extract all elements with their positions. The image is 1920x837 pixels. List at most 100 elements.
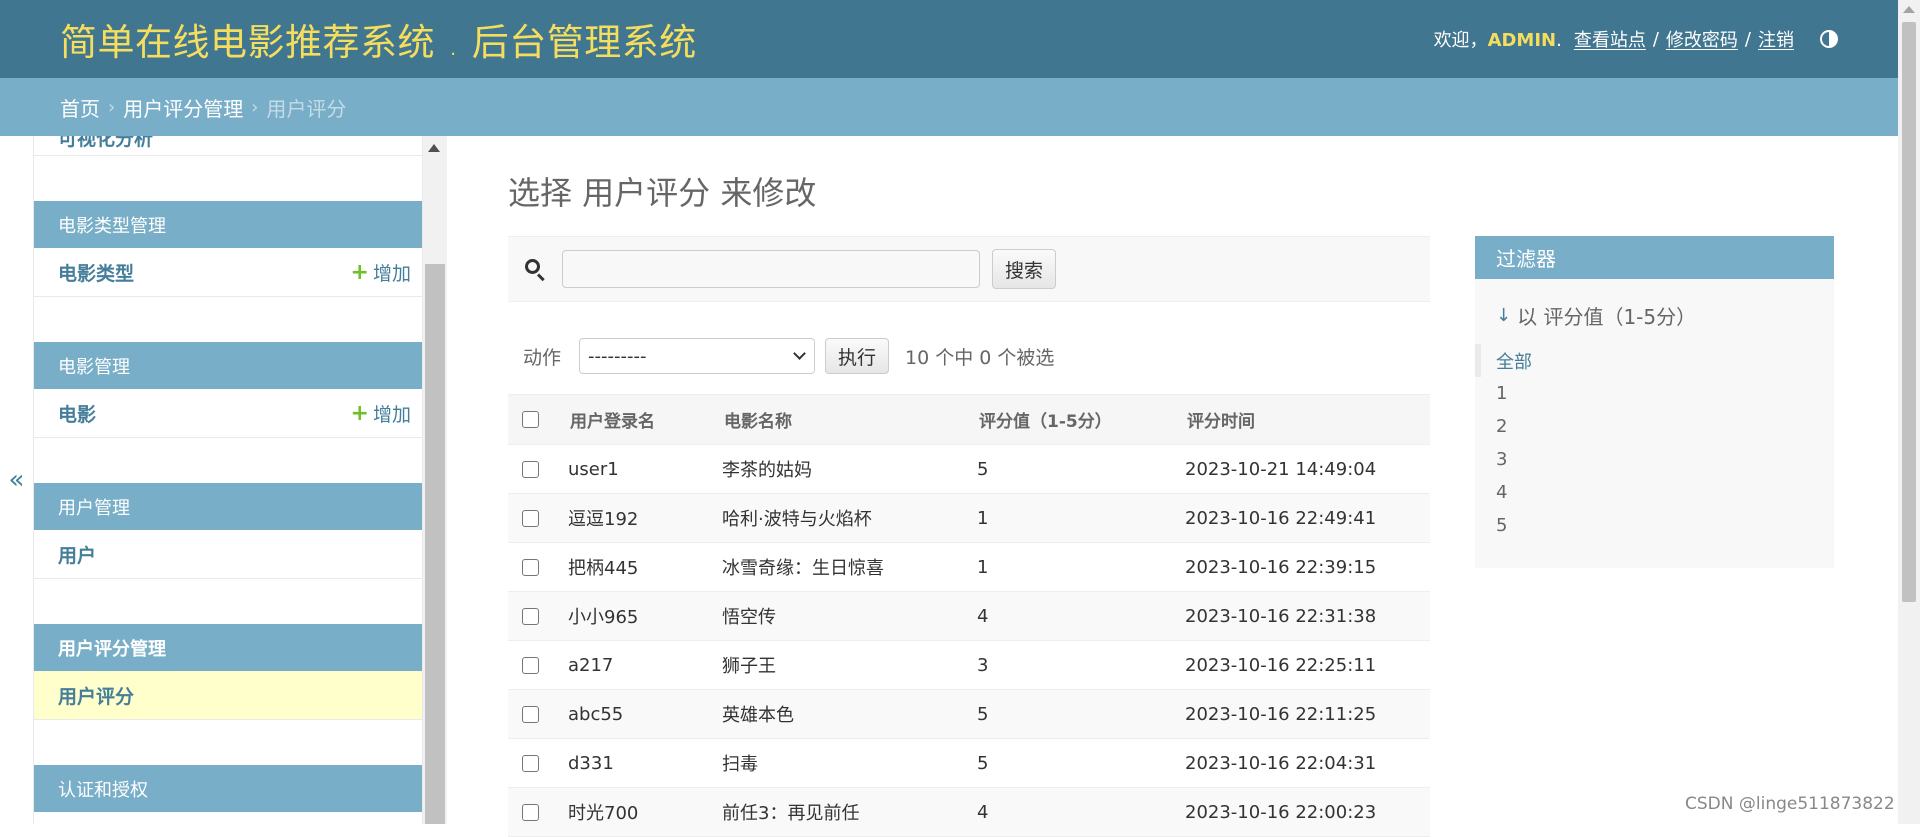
sidebar-item-partial[interactable]: 可视化分析 [34,136,422,156]
action-select[interactable]: --------- [579,338,816,374]
scrollbar-thumb[interactable] [425,264,445,824]
cell-score: 3 [967,640,1175,690]
cell-user[interactable]: 把柄445 [558,542,712,592]
cell-time: 2023-10-21 14:49:04 [1175,444,1430,494]
filter-title: 过滤器 [1475,236,1834,279]
table-header-row: 用户登录名 电影名称 评分值（1-5分） 评分时间 [508,394,1430,445]
module-caption-users[interactable]: 用户管理 [34,483,422,530]
row-checkbox[interactable] [522,559,539,576]
sidebar-item-movie[interactable]: 电影 + 增加 [34,389,422,438]
page-scrollbar[interactable] [1898,0,1920,824]
go-button[interactable]: 执行 [825,338,890,374]
cell-movie: 扫毒 [712,738,967,788]
module-caption-ratings[interactable]: 用户评分管理 [34,624,422,671]
breadcrumb-separator: › [108,96,116,118]
sidebar-item-label[interactable]: 电影 [58,400,96,427]
action-selected-value: --------- [588,345,647,367]
main-content: 选择 用户评分 来修改 搜索 动作 --------- 执行 10 个中 0 个… [447,136,1898,837]
select-all-checkbox[interactable] [522,411,539,428]
row-checkbox[interactable] [522,755,539,772]
search-button[interactable]: 搜索 [992,249,1057,289]
breadcrumb-app[interactable]: 用户评分管理 [123,93,243,122]
sidebar-scrollbar[interactable] [423,136,447,824]
cell-time: 2023-10-16 22:39:15 [1175,542,1430,592]
cell-movie: 李茶的姑妈 [712,444,967,494]
filter-option-2[interactable]: 2 [1475,410,1834,443]
page-title: 选择 用户评分 来修改 [508,174,817,212]
nav-sidebar: 可视化分析 电影类型管理 电影类型 + 增加 电影管理 电影 + 增加 用户管理 用… [34,136,423,824]
logout-link[interactable]: 注销 [1758,26,1794,52]
cell-score: 1 [967,542,1175,592]
site-branding[interactable]: 简单在线电影推荐系统 . 后台管理系统 [60,12,697,66]
cell-user[interactable]: 逗逗192 [558,493,712,543]
user-tools: 欢迎，ADMIN. 查看站点 / 修改密码 / 注销 [1434,26,1838,52]
filter-by-label: 以 评分值（1-5分） [1517,305,1697,329]
scroll-up-arrow-icon[interactable] [428,144,440,152]
add-genre-link[interactable]: + 增加 [351,259,411,286]
filter-option-5[interactable]: 5 [1475,509,1834,542]
cell-user[interactable]: user1 [558,444,712,494]
cell-movie: 哈利·波特与火焰杯 [712,493,967,543]
sidebar-item-label[interactable]: 电影类型 [58,259,134,286]
cell-user[interactable]: d331 [558,738,712,788]
cell-time: 2023-10-16 22:31:38 [1175,591,1430,641]
column-header-time[interactable]: 评分时间 [1175,394,1430,445]
cell-time: 2023-10-16 22:11:25 [1175,689,1430,739]
add-movie-link[interactable]: + 增加 [351,400,411,427]
view-site-link[interactable]: 查看站点 [1574,26,1646,52]
search-input[interactable] [562,250,980,288]
module-caption-auth[interactable]: 认证和授权 [34,765,422,812]
sidebar-item-label[interactable]: 用户评分 [58,682,134,709]
result-table: 用户登录名 电影名称 评分值（1-5分） 评分时间 user1 李茶的姑妈 5 … [508,394,1430,837]
cell-user[interactable]: 时光700 [558,787,712,837]
table-row: user1 李茶的姑妈 5 2023-10-21 14:49:04 [508,444,1430,494]
sidebar-item-genre[interactable]: 电影类型 + 增加 [34,248,422,297]
scroll-up-arrow-icon[interactable] [1903,6,1915,13]
column-header-score[interactable]: 评分值（1-5分） [967,394,1175,445]
column-header-user[interactable]: 用户登录名 [558,394,712,445]
theme-toggle-icon[interactable] [1820,30,1838,48]
column-header-movie[interactable]: 电影名称 [712,394,967,445]
cell-user[interactable]: 小小965 [558,591,712,641]
scrollbar-thumb[interactable] [1902,22,1916,602]
row-checkbox[interactable] [522,510,539,527]
change-password-link[interactable]: 修改密码 [1666,26,1738,52]
watermark: CSDN @linge511873822 [1685,794,1895,814]
plus-icon: + [350,400,369,426]
module-caption-genre[interactable]: 电影类型管理 [34,201,422,248]
breadcrumb: 首页 › 用户评分管理 › 用户评分 [0,78,1898,136]
action-label: 动作 [523,346,562,369]
row-checkbox[interactable] [522,461,539,478]
filter-by-heading[interactable]: ↓ 以 评分值（1-5分） [1496,301,1834,330]
sidebar-item-label[interactable]: 用户 [58,541,96,568]
filter-option-4[interactable]: 4 [1475,476,1834,509]
plus-icon: + [350,259,369,285]
toggle-sidebar-button[interactable]: « [0,136,34,824]
filter-option-all[interactable]: 全部 [1475,344,1834,377]
arrow-down-icon: ↓ [1496,305,1512,326]
header: 简单在线电影推荐系统 . 后台管理系统 欢迎，ADMIN. 查看站点 / 修改密… [0,0,1898,78]
table-row: 把柄445 冰雪奇缘：生日惊喜 1 2023-10-16 22:39:15 [508,542,1430,592]
breadcrumb-home[interactable]: 首页 [60,93,100,122]
separator: / [1652,28,1659,50]
filter-option-1[interactable]: 1 [1475,377,1834,410]
row-checkbox[interactable] [522,706,539,723]
cell-movie: 英雄本色 [712,689,967,739]
module-caption-movie[interactable]: 电影管理 [34,342,422,389]
filter-option-3[interactable]: 3 [1475,443,1834,476]
table-row: 时光700 前任3：再见前任 4 2023-10-16 22:00:23 [508,787,1430,837]
breadcrumb-separator: › [251,96,259,118]
sidebar-item-ratings[interactable]: 用户评分 [34,671,422,720]
cell-user[interactable]: abc55 [558,689,712,739]
cell-time: 2023-10-16 22:25:11 [1175,640,1430,690]
sidebar-item-users[interactable]: 用户 [34,530,422,579]
username: ADMIN [1487,30,1557,51]
cell-user[interactable]: a217 [558,640,712,690]
table-row: a217 狮子王 3 2023-10-16 22:25:11 [508,640,1430,690]
cell-movie: 悟空传 [712,591,967,641]
table-row: 逗逗192 哈利·波特与火焰杯 1 2023-10-16 22:49:41 [508,493,1430,543]
row-checkbox[interactable] [522,657,539,674]
row-checkbox[interactable] [522,608,539,625]
cell-time: 2023-10-16 22:49:41 [1175,493,1430,543]
row-checkbox[interactable] [522,804,539,821]
